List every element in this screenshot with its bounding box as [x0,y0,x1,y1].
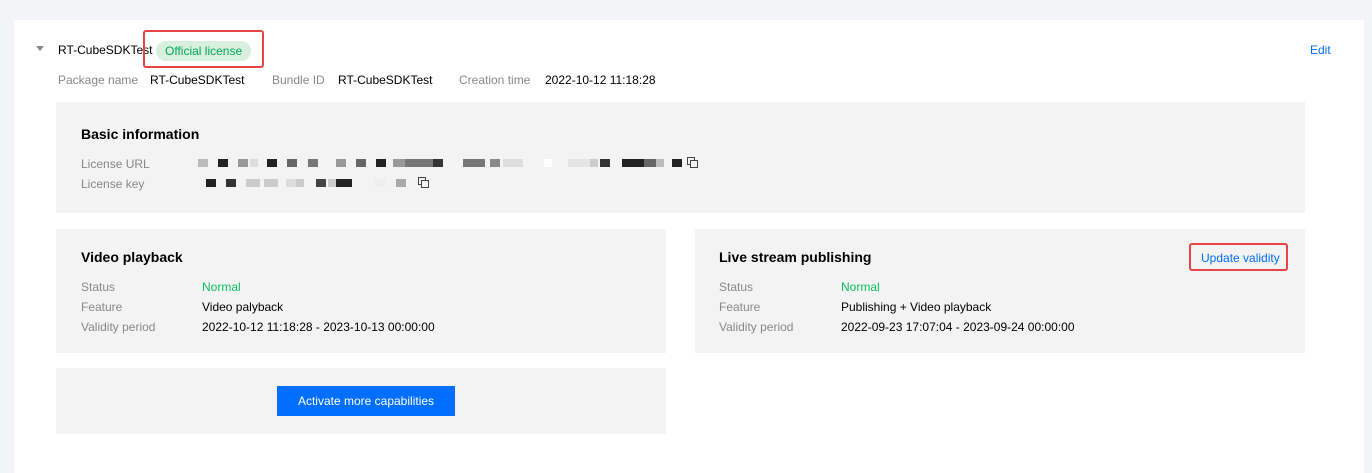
edit-link[interactable]: Edit [1310,43,1331,57]
live-validity-label: Validity period [719,320,794,334]
video-validity-value: 2022-10-12 11:18:28 - 2023-10-13 00:00:0… [202,320,435,334]
live-stream-title: Live stream publishing [719,249,872,265]
video-status-value: Normal [202,280,241,294]
license-url-label: License URL [81,157,150,171]
live-status-value: Normal [841,280,880,294]
package-title: RT-CubeSDKTest [58,43,153,57]
basic-info-title: Basic information [81,126,200,142]
video-playback-panel [56,229,666,353]
basic-info-panel [56,102,1305,213]
bundle-id-value: RT-CubeSDKTest [338,73,433,87]
live-feature-value: Publishing + Video playback [841,300,992,314]
live-status-label: Status [719,280,754,294]
copy-key-icon[interactable] [418,177,429,188]
video-feature-label: Feature [81,300,123,314]
video-feature-value: Video palyback [202,300,284,314]
copy-url-icon[interactable] [687,157,698,168]
highlight-box-update [1189,243,1288,271]
video-validity-label: Validity period [81,320,156,334]
license-key-label: License key [81,177,145,191]
creation-time-label: Creation time [459,73,531,87]
bundle-id-label: Bundle ID [272,73,325,87]
package-name-label: Package name [58,73,139,87]
collapse-caret-icon[interactable] [36,46,44,51]
video-playback-title: Video playback [81,249,183,265]
live-feature-label: Feature [719,300,761,314]
activate-more-button[interactable]: Activate more capabilities [277,386,455,416]
highlight-box-badge [143,30,264,68]
live-validity-value: 2022-09-23 17:07:04 - 2023-09-24 00:00:0… [841,320,1075,334]
video-status-label: Status [81,280,116,294]
creation-time-value: 2022-10-12 11:18:28 [545,73,656,87]
package-name-value: RT-CubeSDKTest [150,73,245,87]
